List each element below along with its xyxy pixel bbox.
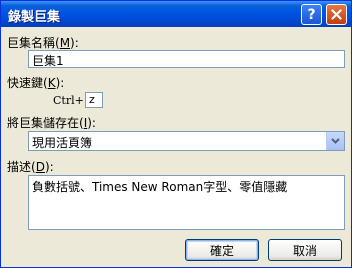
title-bar[interactable]: 錄製巨集 ? xyxy=(1,1,351,27)
help-icon: ? xyxy=(307,6,316,23)
store-in-label: 將巨集儲存在(I): xyxy=(7,116,96,130)
close-icon xyxy=(331,9,342,20)
chevron-down-icon xyxy=(331,138,340,144)
shortcut-key-input[interactable]: z xyxy=(85,92,103,108)
cancel-button[interactable]: 取消 xyxy=(268,239,342,261)
dropdown-button[interactable] xyxy=(326,132,344,150)
macro-name-input[interactable]: 巨集1 xyxy=(28,50,345,68)
ok-button[interactable]: 確定 xyxy=(185,239,259,261)
store-in-selected-value: 現用活頁簿 xyxy=(32,136,93,150)
dialog-title: 錄製巨集 xyxy=(8,10,61,25)
description-label: 描述(D): xyxy=(7,160,54,174)
close-button[interactable] xyxy=(326,4,347,25)
ctrl-prefix-label: Ctrl+ xyxy=(53,94,84,107)
description-textarea[interactable]: 負數括號、Times New Roman字型、零值隱藏 xyxy=(28,175,345,230)
shortcut-key-label: 快速鍵(K): xyxy=(7,76,65,90)
help-button[interactable]: ? xyxy=(301,4,322,25)
store-in-select[interactable]: 現用活頁簿 xyxy=(28,131,345,151)
record-macro-dialog: 錄製巨集 ? 巨集名稱(M): 巨集1 快速鍵(K): Ctrl+ z 將巨集儲… xyxy=(0,0,352,268)
macro-name-label: 巨集名稱(M): xyxy=(7,36,79,50)
